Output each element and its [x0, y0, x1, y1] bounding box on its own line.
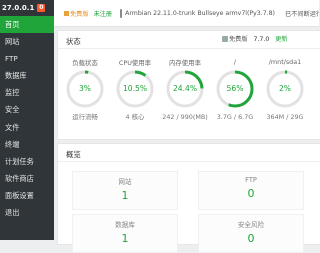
gauge-detail: 364M / 29G — [266, 113, 304, 121]
gauge-ring[interactable]: 3% — [65, 69, 105, 109]
gauge-detail: 3.7G / 6.7G — [216, 113, 254, 121]
divider — [58, 161, 320, 162]
gauge-ring[interactable]: 2% — [265, 69, 305, 109]
sidebar-item[interactable]: 监控 — [0, 84, 54, 101]
overview-count[interactable]: 0 — [199, 232, 303, 245]
update-link[interactable]: 更新 — [275, 36, 287, 43]
sidebar-item[interactable]: 安全 — [0, 101, 54, 118]
sidebar-item[interactable]: 终端 — [0, 136, 54, 153]
overview-panel: 概览 网站 1 FTP 0 数据库 1 安全风险 0 — [57, 143, 320, 253]
topbar: 免费版 未注册 Armbian 22.11.0-trunk Bullseye a… — [54, 0, 319, 27]
gauge-ring[interactable]: 10.5% — [115, 69, 155, 109]
gauge-label: /mnt/sda1 — [268, 58, 302, 66]
overview-count[interactable]: 1 — [73, 232, 177, 245]
overview-card[interactable]: 网站 1 — [72, 171, 178, 210]
overview-count[interactable]: 1 — [73, 189, 177, 202]
sidebar-item[interactable]: 软件商店 — [0, 170, 54, 187]
version-number: 7.7.0 — [253, 36, 270, 43]
overview-count[interactable]: 0 — [199, 187, 303, 200]
overview-card[interactable]: 数据库 1 — [72, 214, 178, 253]
gauge-label: 负载状态 — [72, 59, 98, 67]
overview-card[interactable]: FTP 0 — [198, 171, 304, 210]
gauge-value: 2% — [278, 84, 292, 93]
server-address: 27.0.0.1 0 — [0, 0, 54, 16]
sidebar: 27.0.0.1 0 首页 网站 FTP 数据库 监控 安全 文件 终端 计划任务 软件商店 面板设… — [0, 0, 54, 240]
overview-label: 安全风险 — [237, 221, 265, 229]
uptime-text: 已不间断运行 — [284, 10, 319, 18]
gauge-label: 内存使用率 — [169, 59, 201, 67]
sidebar-item[interactable]: 首页 — [0, 16, 54, 34]
gauge-label: CPU使用率 — [118, 59, 152, 67]
sidebar-nav: 首页 网站 FTP 数据库 监控 安全 文件 终端 计划任务 软件商店 面板设置 退出 — [0, 16, 54, 221]
server-ip: 27.0.0.1 — [2, 4, 35, 12]
overview-label: 网站 — [118, 178, 132, 186]
redacted-username — [60, 9, 62, 17]
sidebar-item[interactable]: 网站 — [0, 33, 54, 50]
overview-card[interactable]: 安全风险 0 — [198, 214, 304, 253]
gauge-detail: 运行流畅 — [72, 113, 98, 121]
sidebar-item[interactable]: FTP — [0, 50, 54, 67]
gauge-ring[interactable]: 56% — [215, 69, 255, 109]
status-panel: 状态 免费版 7.7.0 更新 负载状态 3% 运行流畅 CPU使用率 10.5% 4 核… — [57, 30, 320, 140]
gauge-value: 10.5% — [122, 84, 148, 93]
sidebar-item[interactable]: 文件 — [0, 119, 54, 136]
gauge-value: 56% — [226, 84, 244, 93]
divider — [58, 48, 320, 49]
gauge-value: 24.4% — [172, 84, 198, 93]
system-icon — [120, 8, 123, 18]
version-info: 免费版 7.7.0 更新 — [222, 34, 288, 43]
status-title: 状态 — [66, 37, 81, 46]
sidebar-item[interactable]: 计划任务 — [0, 153, 54, 170]
gauge-ring[interactable]: 24.4% — [165, 69, 205, 109]
gauge-label: / — [233, 58, 237, 66]
free-edition-tag[interactable]: 免费版 — [64, 9, 89, 18]
system-info: Armbian 22.11.0-trunk Bullseye armv7l(Py… — [125, 9, 275, 17]
register-link[interactable]: 未注册 — [94, 9, 113, 18]
overview-label: 数据库 — [115, 221, 135, 229]
sidebar-item[interactable]: 面板设置 — [0, 187, 54, 204]
sidebar-item[interactable]: 数据库 — [0, 67, 54, 84]
notification-badge[interactable]: 0 — [37, 4, 46, 12]
free-edition-icon — [64, 11, 69, 16]
gauge-detail: 242 / 990(MB) — [162, 113, 208, 121]
overview-title: 概览 — [66, 150, 81, 159]
gauge-value: 3% — [78, 84, 92, 93]
overview-label: FTP — [245, 176, 257, 184]
version-icon — [222, 36, 228, 42]
gauge-detail: 4 核心 — [125, 113, 145, 121]
sidebar-item[interactable]: 退出 — [0, 204, 54, 221]
